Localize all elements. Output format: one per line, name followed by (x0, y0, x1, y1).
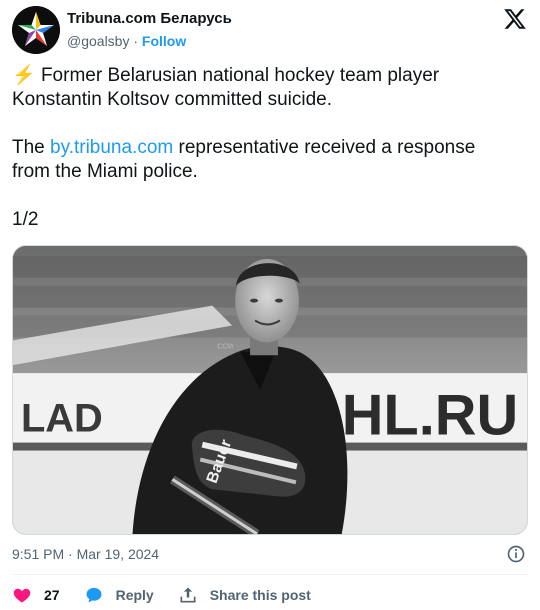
tweet-line-1-text: Former Belarusian national hockey team p… (12, 65, 440, 110)
avatar-star-logo (12, 6, 60, 54)
action-bar: 27 Reply Share this post (12, 582, 335, 608)
heart-icon (13, 588, 31, 603)
tribuna-link[interactable]: by.tribuna.com (50, 137, 173, 158)
tweet-line-2: The by.tribuna.com representative receiv… (12, 136, 512, 184)
like-button[interactable]: 27 (12, 585, 60, 605)
author-sub: @goalsby · Follow (67, 31, 232, 51)
line2-prefix: The (12, 137, 51, 158)
tweet-timestamp[interactable]: 9:51 PM · Mar 19, 2024 (12, 544, 159, 564)
tweet-date: Mar 19, 2024 (76, 546, 160, 562)
tweet-header: Tribuna.com Беларусь @goalsby · Follow (12, 6, 528, 54)
reply-label: Reply (115, 587, 154, 603)
tweet-line-1: ⚡ Former Belarusian national hockey team… (12, 64, 512, 112)
follow-button[interactable]: Follow (142, 33, 186, 49)
page-count: 1/2 (12, 209, 39, 230)
share-label: Share this post (209, 587, 311, 603)
like-count: 27 (44, 587, 60, 603)
author-block: Tribuna.com Беларусь @goalsby · Follow (67, 10, 232, 51)
x-logo-icon[interactable] (502, 6, 528, 32)
date-separator: · (64, 546, 77, 562)
avatar[interactable] (12, 6, 60, 54)
reply-bubble-icon (86, 587, 102, 603)
author-name[interactable]: Tribuna.com Беларусь (67, 10, 232, 28)
share-button[interactable]: Share this post (178, 585, 311, 605)
jacket-brand-text: CCM (217, 343, 233, 350)
separator: · (133, 33, 139, 49)
banner-right-text: HL.RU (342, 384, 518, 448)
tweet-time: 9:51 PM (12, 546, 65, 562)
share-icon (180, 587, 196, 603)
tweet-photo[interactable]: LAD HL.RU CCM Bauer (12, 245, 528, 535)
divider (12, 574, 528, 575)
info-icon[interactable] (506, 544, 526, 564)
reply-button[interactable]: Reply (84, 585, 154, 605)
banner-left-text: LAD (21, 397, 103, 441)
author-handle[interactable]: @goalsby (67, 33, 129, 49)
hockey-coach-photo: LAD HL.RU CCM Bauer (13, 246, 527, 534)
lightning-emoji: ⚡ (12, 65, 36, 86)
tweet-text: ⚡ Former Belarusian national hockey team… (12, 64, 512, 232)
